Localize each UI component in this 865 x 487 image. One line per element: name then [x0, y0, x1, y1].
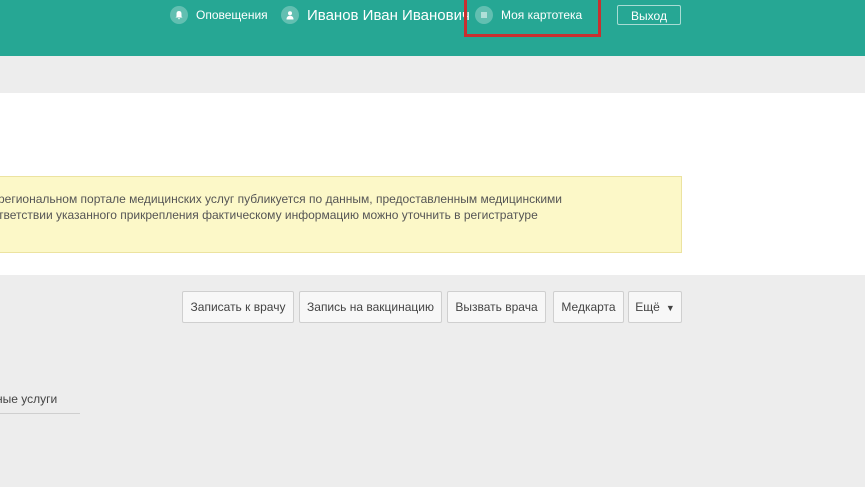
book-vaccination-button[interactable]: Запись на вакцинацию — [299, 291, 442, 323]
notice-text-line-1: региональном портале медицинских услуг п… — [0, 192, 562, 206]
notifications-label: Оповещения — [196, 8, 268, 22]
info-notice: региональном портале медицинских услуг п… — [0, 176, 682, 253]
user-icon — [281, 6, 299, 24]
notice-text-line-2: тветствии указанного прикрепления фактич… — [0, 208, 538, 222]
bell-icon — [170, 6, 188, 24]
medcard-button[interactable]: Медкарта — [553, 291, 624, 323]
more-dropdown-button[interactable]: Ещё ▼ — [628, 291, 682, 323]
top-navigation-bar: Оповещения Иванов Иван Иванович Моя карт… — [0, 0, 865, 56]
caret-down-icon: ▼ — [665, 303, 675, 313]
highlight-frame — [464, 0, 601, 37]
user-name: Иванов Иван Иванович — [307, 6, 470, 24]
logout-button[interactable]: Выход — [617, 5, 681, 25]
user-profile-link[interactable]: Иванов Иван Иванович — [281, 0, 470, 30]
notifications-link[interactable]: Оповещения — [170, 0, 268, 30]
more-label: Ещё — [635, 300, 660, 314]
services-tab-label: ные услуги — [0, 392, 58, 406]
services-tab[interactable]: ные услуги — [0, 386, 80, 414]
book-doctor-button[interactable]: Записать к врачу — [182, 291, 294, 323]
call-doctor-button[interactable]: Вызвать врача — [447, 291, 546, 323]
